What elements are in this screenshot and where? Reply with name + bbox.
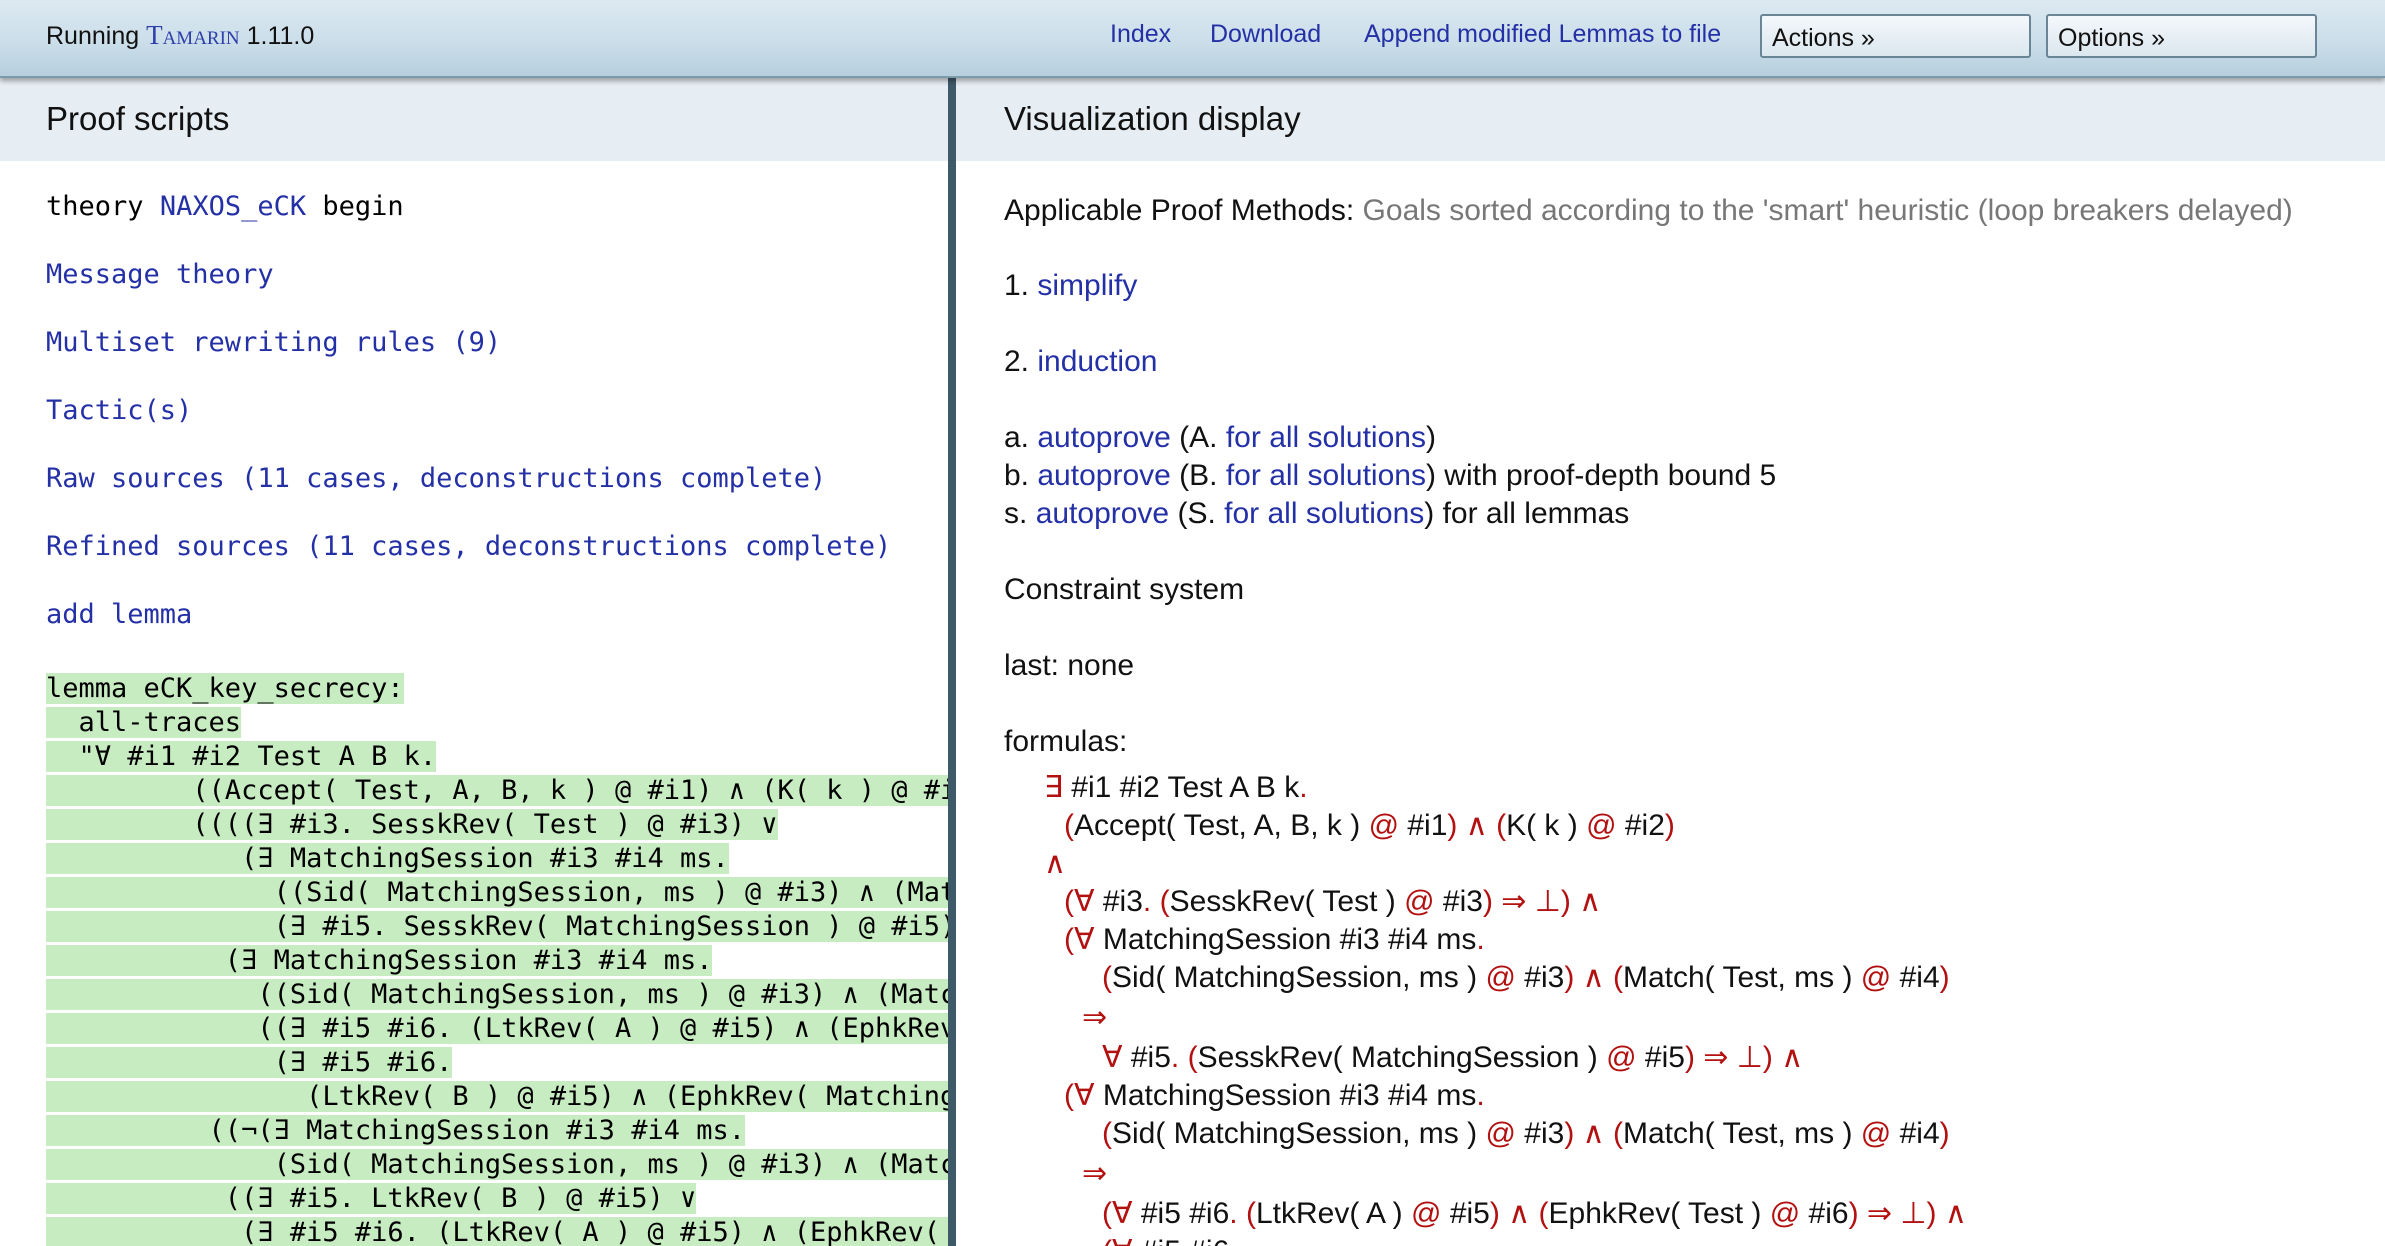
begin-keyword: begin — [322, 191, 404, 222]
theory-name-link[interactable]: NAXOS_eCK — [160, 191, 306, 222]
formula-line: (Sid( MatchingSession, ms ) @ #i3) ∧ (Ma… — [1102, 961, 1950, 994]
proof-scripts-panel: Proof scripts theory NAXOS_eCK begin Mes… — [0, 78, 948, 1246]
app-version: 1.11.0 — [246, 22, 315, 50]
app-name: Tamarin — [146, 20, 240, 50]
nav-link-index[interactable]: Index — [1110, 20, 1171, 49]
method-item: 2. induction — [1004, 345, 1158, 378]
heuristic-text: Goals sorted according to the 'smart' he… — [1362, 194, 2293, 227]
autoprove-s-link[interactable]: autoprove — [1036, 497, 1169, 530]
nav-link-download[interactable]: Download — [1210, 20, 1321, 49]
lemma-line: ((Sid( MatchingSession, ms ) @ #i3) ∧ (M… — [46, 978, 948, 1012]
proof-scripts-title: Proof scripts — [0, 78, 948, 161]
lemma-line: ((Accept( Test, A, B, k ) @ #i1) ∧ (K( k… — [46, 774, 948, 808]
options-dropdown-button[interactable]: Options » — [2046, 14, 2317, 58]
formula-line: (∀ #i5 #i6. (LtkRev( A ) @ #i5) ∧ (EphkR… — [1102, 1197, 1967, 1230]
lemma-line: ((((∃ #i3. SesskRev( Test ) @ #i3) ∨ — [46, 809, 778, 840]
lemma-line: (∃ MatchingSession #i3 #i4 ms. — [46, 843, 729, 874]
last-line: last: none — [1004, 649, 1135, 682]
tactics-link[interactable]: Tactic(s) — [46, 395, 192, 426]
multiset-rules-link[interactable]: Multiset rewriting rules (9) — [46, 327, 501, 358]
autoprove-a-link[interactable]: autoprove — [1037, 421, 1170, 454]
formula-line: (Sid( MatchingSession, ms ) @ #i3) ∧ (Ma… — [1102, 1117, 1950, 1150]
running-label: Running — [46, 22, 140, 50]
formula-line: ∃ #i1 #i2 Test A B k. — [1044, 771, 1308, 804]
raw-sources-link[interactable]: Raw sources (11 cases, deconstructions c… — [46, 463, 826, 494]
constraint-system-heading: Constraint system — [1004, 573, 1245, 606]
applicable-methods-line: Applicable Proof Methods: Goals sorted a… — [1004, 194, 2293, 228]
message-theory-link[interactable]: Message theory — [46, 259, 274, 290]
applicable-label: Applicable Proof Methods: — [1004, 194, 1355, 227]
theory-keyword: theory — [46, 191, 144, 222]
all-solutions-a-link[interactable]: for all solutions — [1226, 421, 1426, 454]
formula-line: (∀ MatchingSession #i3 #i4 ms. — [1064, 923, 1485, 956]
autoprove-b-link[interactable]: autoprove — [1037, 459, 1170, 492]
formula-line: ⇒ — [1082, 1157, 1108, 1190]
lemma-line: all-traces — [46, 707, 242, 738]
nav-link-append-lemmas[interactable]: Append modified Lemmas to file — [1364, 20, 1721, 49]
formula-line: ∧ — [1044, 847, 1066, 880]
top-bar: Running Tamarin 1.11.0 Index Download Ap… — [0, 0, 2385, 78]
formula-line: (∀ #i3. (SesskRev( Test ) @ #i3) ⇒ ⊥) ∧ — [1064, 885, 1602, 918]
formula-line: ∀ #i5. (SesskRev( MatchingSession ) @ #i… — [1102, 1041, 1804, 1074]
lemma-line: ((∃ #i5. LtkRev( B ) @ #i5) ∨ — [46, 1183, 697, 1214]
lemma-line: (∃ #i5 #i6. — [46, 1047, 453, 1078]
simplify-link[interactable]: simplify — [1037, 269, 1137, 302]
autoprove-item: s. autoprove (S. for all solutions) for … — [1004, 497, 1630, 530]
lemma-line: (Sid( MatchingSession, ms ) @ #i3) ∧ (Ma… — [46, 1148, 948, 1182]
formula-line: (∀ MatchingSession #i3 #i4 ms. — [1064, 1079, 1485, 1112]
theory-line: theory NAXOS_eCK begin — [46, 191, 404, 222]
formulas-label: formulas: — [1004, 725, 1128, 758]
actions-dropdown-button[interactable]: Actions » — [1760, 14, 2031, 58]
lemma-line: ((Sid( MatchingSession, ms ) @ #i3) ∧ (M… — [46, 876, 948, 910]
autoprove-item: a. autoprove (A. for all solutions) — [1004, 421, 1436, 454]
lemma-code-block: lemma eCK_key_secrecy: all-traces "∀ #i1… — [46, 672, 948, 1246]
visualization-panel: Visualization display Applicable Proof M… — [956, 78, 2385, 1246]
lemma-line: (LtkRev( B ) @ #i5) ∧ (EphkRev( Matching… — [46, 1080, 948, 1114]
lemma-line: ((∃ #i5 #i6. (LtkRev( A ) @ #i5) ∧ (Ephk… — [46, 1012, 948, 1046]
induction-link[interactable]: induction — [1037, 345, 1157, 378]
formula-line: (∀ #i5 #i6. — [1102, 1234, 1238, 1246]
autoprove-item: b. autoprove (B. for all solutions) with… — [1004, 459, 1777, 492]
lemma-line: (∃ MatchingSession #i3 #i4 ms. — [46, 945, 713, 976]
all-solutions-s-link[interactable]: for all solutions — [1224, 497, 1424, 530]
lemma-line[interactable]: lemma eCK_key_secrecy: — [46, 672, 948, 706]
lemma-line: ((¬(∃ MatchingSession #i3 #i4 ms. — [46, 1115, 745, 1146]
add-lemma-link[interactable]: add lemma — [46, 599, 192, 630]
refined-sources-link[interactable]: Refined sources (11 cases, deconstructio… — [46, 531, 891, 562]
app-brand: Running Tamarin 1.11.0 — [46, 20, 314, 51]
method-item: 1. simplify — [1004, 269, 1138, 302]
formula-line: ⇒ — [1082, 1001, 1108, 1034]
all-solutions-b-link[interactable]: for all solutions — [1226, 459, 1426, 492]
visualization-title: Visualization display — [956, 78, 2385, 161]
lemma-line: "∀ #i1 #i2 Test A B k. — [46, 741, 437, 772]
lemma-line: (∃ #i5. SesskRev( MatchingSession ) @ #i… — [46, 910, 948, 944]
panel-splitter[interactable] — [948, 78, 956, 1246]
formula-line: (Accept( Test, A, B, k ) @ #i1) ∧ (K( k … — [1064, 809, 1675, 842]
lemma-line: (∃ #i5 #i6. (LtkRev( A ) @ #i5) ∧ (EphkR… — [46, 1216, 948, 1246]
